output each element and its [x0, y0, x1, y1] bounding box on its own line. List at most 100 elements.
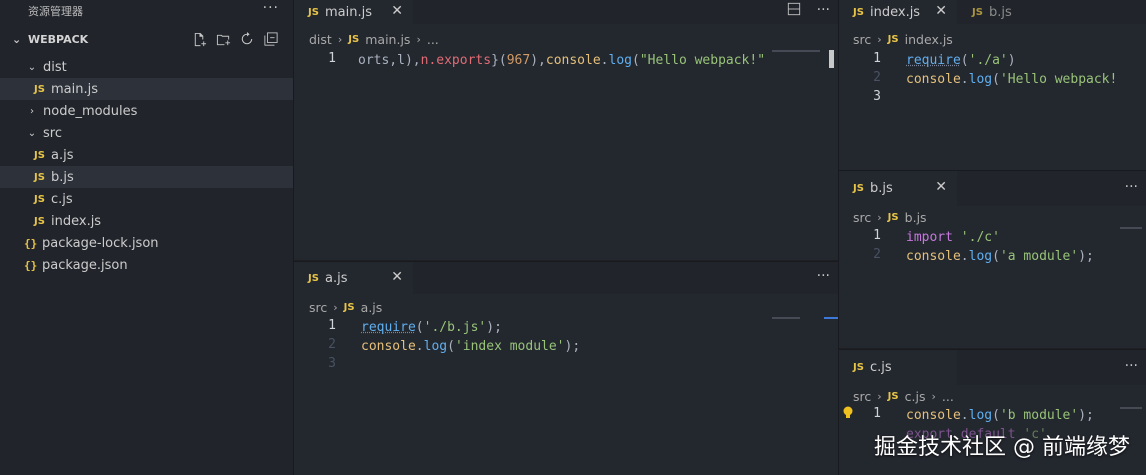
tab-main-js[interactable]: JS main.js ✕	[294, 0, 413, 24]
tree-file-main-js[interactable]: JS main.js	[0, 78, 293, 100]
more-actions-icon[interactable]: ···	[817, 2, 830, 20]
breadcrumb: src › JS c.js › ...	[853, 385, 954, 407]
tab-a-js[interactable]: JS a.js ✕	[294, 262, 413, 294]
sash-vertical[interactable]	[293, 0, 294, 475]
tree-label: index.js	[51, 213, 102, 229]
tree-label: b.js	[51, 169, 74, 185]
close-icon[interactable]: ✕	[935, 179, 947, 195]
tree-label: package.json	[42, 257, 128, 273]
code-token: 'Hello webpack!	[999, 72, 1118, 87]
tab-index-js[interactable]: JS index.js ✕	[839, 0, 957, 24]
code-token: require	[361, 320, 416, 335]
tree-folder-dist[interactable]: ⌄ dist	[0, 56, 293, 78]
js-file-icon: JS	[34, 193, 45, 205]
code-line[interactable]: console. log('b module');	[906, 406, 1094, 425]
code-line[interactable]: console. log('Hello webpack!	[906, 70, 1117, 89]
editor-actions: ···	[817, 268, 830, 284]
sash-vertical[interactable]	[838, 0, 839, 475]
chevron-down-icon: ⌄	[12, 32, 22, 46]
code-token: (	[415, 320, 424, 335]
line-number: 2	[873, 70, 881, 85]
code-line[interactable]: orts,l), n.exports}(967), console. log("Hel…	[358, 51, 765, 70]
tree-folder-src[interactable]: ⌄ src	[0, 122, 293, 144]
code-line[interactable]: import './c'	[906, 228, 1000, 247]
breadcrumb-item[interactable]: ...	[427, 32, 439, 47]
sash-horizontal[interactable]	[839, 170, 1146, 171]
breadcrumb-item[interactable]: ...	[942, 389, 954, 404]
code-token: log	[968, 408, 993, 423]
close-icon[interactable]: ✕	[391, 3, 403, 19]
breadcrumb-item[interactable]: src	[853, 389, 871, 404]
close-icon[interactable]: ✕	[935, 3, 947, 19]
collapse-all-icon[interactable]	[263, 31, 279, 47]
split-editor-icon[interactable]	[787, 2, 801, 20]
breadcrumb-item[interactable]: src	[309, 300, 327, 315]
code-token: 'index module'	[454, 339, 565, 354]
code-token: './b.js'	[423, 320, 487, 335]
new-file-icon[interactable]	[191, 31, 207, 47]
code-token: (	[992, 408, 1000, 423]
tab-b-js[interactable]: JS b.js ✕	[839, 171, 957, 206]
line-number: 2	[873, 247, 881, 262]
tree-label: dist	[43, 59, 67, 75]
tree-file-a-js[interactable]: JS a.js	[0, 144, 293, 166]
breadcrumb-item[interactable]: a.js	[361, 300, 383, 315]
explorer-header: 资源管理器 ···	[0, 0, 293, 22]
chevron-right-icon: ›	[877, 210, 882, 224]
editor-actions: ···	[1125, 358, 1138, 374]
code-token: (	[992, 72, 1000, 87]
chevron-right-icon: ›	[333, 300, 338, 314]
code-token: import	[906, 230, 953, 245]
js-file-icon: JS	[308, 6, 319, 18]
minimap[interactable]	[1120, 407, 1142, 409]
tree-label: main.js	[51, 81, 98, 97]
minimap[interactable]	[772, 317, 800, 319]
breadcrumb-item[interactable]: main.js	[365, 32, 410, 47]
minimap[interactable]	[1120, 227, 1142, 229]
sash-horizontal[interactable]	[839, 349, 1146, 350]
more-actions-icon[interactable]: ···	[263, 0, 279, 16]
code-token: './c'	[960, 230, 1000, 245]
tree-folder-node-modules[interactable]: › node_modules	[0, 100, 293, 122]
more-actions-icon[interactable]: ···	[1125, 179, 1138, 195]
code-token: );	[1078, 249, 1094, 264]
breadcrumb-item[interactable]: dist	[309, 32, 332, 47]
editor-pane-a-js: JS a.js ✕ ··· src › JS a.js 1 2 3 requir…	[294, 262, 838, 475]
breadcrumb-item[interactable]: b.js	[905, 210, 927, 225]
workspace-root[interactable]: ⌄ WEBPACK	[0, 22, 293, 56]
tree-label: c.js	[51, 191, 73, 207]
breadcrumb-item[interactable]: src	[853, 32, 871, 47]
close-icon[interactable]: ✕	[391, 269, 403, 285]
scrollbar-thumb[interactable]	[829, 50, 834, 68]
js-file-icon: JS	[348, 33, 360, 45]
breadcrumb-item[interactable]: src	[853, 210, 871, 225]
tree-file-b-js[interactable]: JS b.js	[0, 166, 293, 188]
code-line[interactable]: require('./b.js');	[361, 318, 502, 337]
code-line[interactable]: console. log('a module');	[906, 247, 1094, 266]
code-token: log	[423, 339, 448, 354]
refresh-icon[interactable]	[239, 31, 255, 47]
chevron-right-icon: ›	[30, 105, 34, 117]
line-number: 3	[328, 356, 336, 371]
tab-c-js[interactable]: JS c.js	[839, 350, 957, 385]
sash-horizontal[interactable]	[294, 261, 838, 262]
js-file-icon: JS	[34, 171, 45, 183]
more-actions-icon[interactable]: ···	[817, 268, 830, 284]
tree-file-c-js[interactable]: JS c.js	[0, 188, 293, 210]
tree-file-package-lock-json[interactable]: {} package-lock.json	[0, 232, 293, 254]
editor-actions: ···	[1125, 179, 1138, 195]
minimap[interactable]	[772, 50, 820, 52]
more-actions-icon[interactable]: ···	[1125, 358, 1138, 374]
code-token: orts,l),	[358, 53, 421, 68]
tab-b-js[interactable]: JS b.js	[958, 0, 1076, 24]
tree-file-index-js[interactable]: JS index.js	[0, 210, 293, 232]
new-folder-icon[interactable]	[215, 31, 231, 47]
code-line[interactable]: console. log('index module');	[361, 337, 580, 356]
chevron-right-icon: ›	[337, 32, 343, 46]
tab-label: b.js	[989, 4, 1012, 20]
breadcrumb-item[interactable]: index.js	[905, 32, 953, 47]
code-line[interactable]: require('./a')	[906, 51, 1016, 70]
tree-file-package-json[interactable]: {} package.json	[0, 254, 293, 276]
json-file-icon: {}	[24, 236, 38, 250]
breadcrumb-item[interactable]: c.js	[905, 389, 926, 404]
